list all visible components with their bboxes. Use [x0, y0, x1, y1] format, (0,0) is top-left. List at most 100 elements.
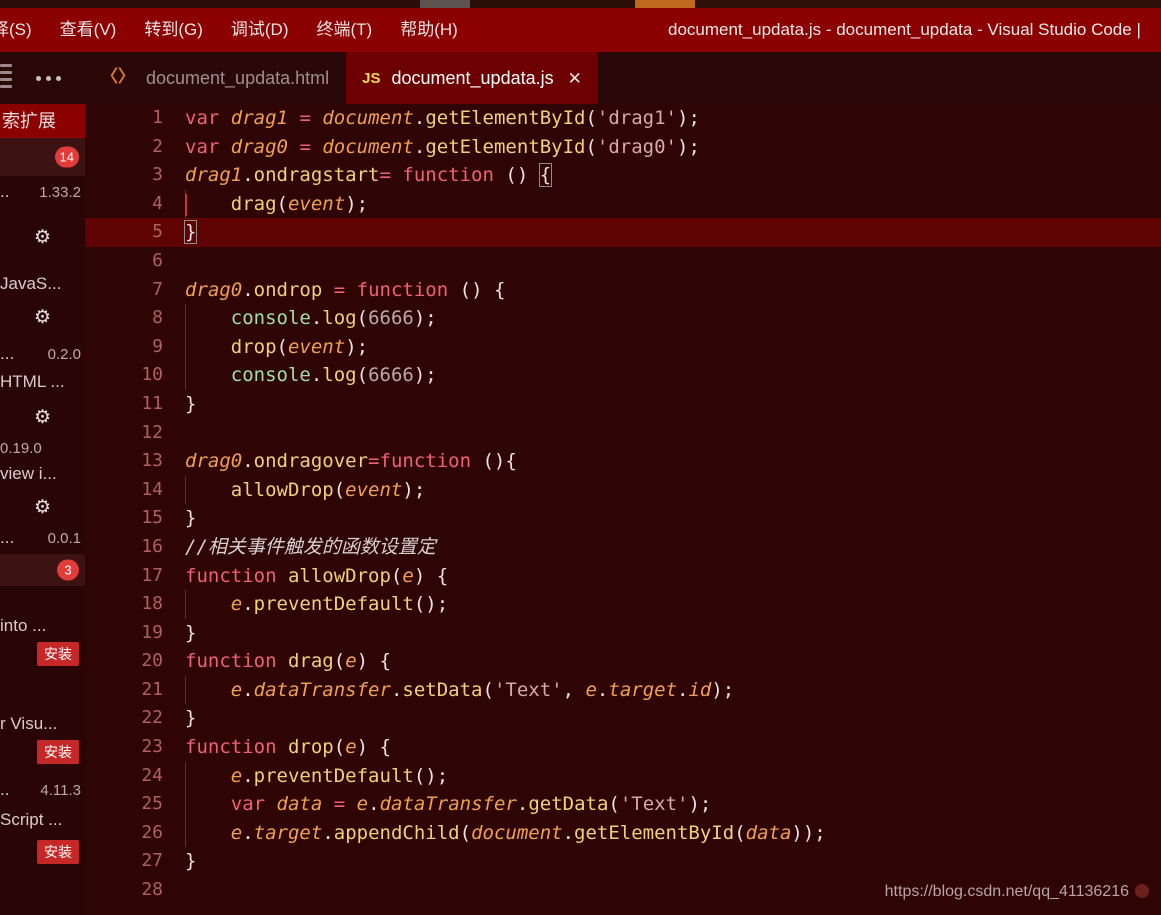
line-number: 6	[152, 249, 163, 271]
code-line[interactable]: 24 e.preventDefault();	[85, 761, 1161, 791]
code-line[interactable]: 4 drag(event);	[85, 189, 1161, 219]
line-number: 9	[152, 335, 163, 357]
code-line[interactable]: 12	[85, 419, 1161, 448]
list-item[interactable]: Script ...	[0, 808, 85, 840]
line-number: 12	[141, 421, 163, 443]
menu-item-goto[interactable]: 转到(G)	[130, 8, 217, 52]
code-line[interactable]: 18 e.preventDefault();	[85, 590, 1161, 619]
line-number: 13	[141, 450, 163, 472]
code-line[interactable]: 16 //相关事件触发的函数设置定	[85, 533, 1161, 562]
extension-description: r Visu...	[0, 714, 58, 733]
code-line[interactable]: 26 e.target.appendChild(document.getElem…	[85, 818, 1161, 848]
code-line[interactable]: 2 var drag0 = document.getElementById('dr…	[85, 133, 1161, 162]
code-line[interactable]: 14 allowDrop(event);	[85, 475, 1161, 505]
install-button[interactable]: 安装	[37, 642, 79, 666]
list-item[interactable]: 14	[0, 138, 85, 176]
code-line[interactable]: 17 function allowDrop(e) {	[85, 562, 1161, 591]
code-line[interactable]: 10 console.log(6666);	[85, 361, 1161, 390]
menu-item-terminal[interactable]: 终端(T)	[303, 8, 387, 52]
list-item[interactable]: JavaS...	[0, 260, 85, 306]
list-item[interactable]: 0.19.0	[0, 436, 85, 464]
code-line[interactable]: 25 var data = e.dataTransfer.getData('Te…	[85, 790, 1161, 819]
list-item[interactable]: 3	[0, 554, 85, 586]
code-line[interactable]: 7 drag0.ondrop = function () {	[85, 276, 1161, 305]
menu-item-select[interactable]: 择(S)	[0, 8, 46, 52]
code-line[interactable]: 11}	[85, 390, 1161, 419]
extension-name: ..	[0, 182, 10, 201]
install-button[interactable]: 安装	[37, 840, 79, 864]
list-item[interactable]: ⚙	[0, 402, 85, 436]
code-line[interactable]: 8 console.log(6666);	[85, 304, 1161, 333]
gear-icon[interactable]: ⚙	[0, 402, 85, 429]
code-text: }	[183, 220, 198, 245]
code-text: e.dataTransfer.setData('Text', e.target.…	[230, 678, 735, 701]
code-text: }	[185, 707, 197, 730]
code-text: console.log(6666);	[230, 307, 437, 330]
code-line[interactable]: 20 function drag(e) {	[85, 647, 1161, 676]
line-number: 8	[152, 307, 163, 329]
menu-item-help[interactable]: 帮助(H)	[386, 8, 472, 52]
extension-description: HTML ...	[0, 372, 65, 391]
tab-document-updata-html[interactable]: 〈〉 document_updata.html	[85, 52, 347, 104]
title-bar: 择(S) 查看(V) 转到(G) 调试(D) 终端(T) 帮助(H) docum…	[0, 8, 1161, 52]
code-text: function drag(e) {	[185, 650, 391, 673]
line-number: 11	[141, 392, 163, 414]
code-line[interactable]: 1 var drag1 = document.getElementById('dr…	[85, 104, 1161, 133]
code-line[interactable]: 6	[85, 247, 1161, 276]
tab-label: document_updata.js	[391, 68, 554, 88]
code-line[interactable]: 27}	[85, 847, 1161, 876]
list-item[interactable]: 安装	[0, 740, 85, 776]
install-button[interactable]: 安装	[37, 740, 79, 764]
list-item[interactable]: .. 1.33.2	[0, 176, 85, 210]
code-line[interactable]: 15}	[85, 504, 1161, 533]
code-text: drag1.ondragstart= function () {	[185, 163, 553, 188]
close-icon[interactable]: ✕	[568, 70, 582, 87]
line-number: 7	[152, 278, 163, 300]
search-extensions-input[interactable]: 索扩展	[0, 104, 85, 138]
sidebar-toolbar	[0, 52, 85, 104]
code-text: e.preventDefault();	[230, 764, 449, 787]
code-line[interactable]: 3 drag1.ondragstart= function () {	[85, 161, 1161, 190]
hamburger-icon[interactable]	[0, 64, 12, 92]
strip-segment-dark-left	[0, 0, 420, 8]
tab-document-updata-js[interactable]: JS document_updata.js ✕	[346, 52, 598, 104]
list-item[interactable]: ⚙	[0, 492, 85, 526]
list-item[interactable]: into ...	[0, 586, 85, 642]
code-line[interactable]: 5}	[85, 218, 1161, 247]
list-item[interactable]: 安装	[0, 642, 85, 680]
list-item[interactable]: ⚙	[0, 306, 85, 336]
list-item[interactable]: ... 0.2.0	[0, 336, 85, 372]
window-top-strip	[0, 0, 1161, 8]
code-line[interactable]: 21 e.dataTransfer.setData('Text', e.targ…	[85, 675, 1161, 705]
code-line[interactable]: 13 drag0.ondragover=function (){	[85, 447, 1161, 476]
line-number: 10	[141, 364, 163, 386]
extension-name: ..	[0, 780, 10, 799]
line-number: 3	[152, 164, 163, 186]
html-file-icon: 〈〉	[101, 68, 135, 88]
code-editor[interactable]: 1 var drag1 = document.getElementById('dr…	[85, 104, 1161, 915]
extension-name: ...	[0, 344, 15, 363]
menu-item-debug[interactable]: 调试(D)	[217, 8, 303, 52]
list-item[interactable]: ... 0.0.1	[0, 526, 85, 554]
list-item[interactable]: HTML ...	[0, 372, 85, 402]
gear-icon[interactable]: ⚙	[0, 492, 85, 519]
extension-version: 1.33.2	[39, 184, 81, 201]
list-item[interactable]: view i...	[0, 464, 85, 492]
line-number: 23	[141, 736, 163, 758]
code-line[interactable]: 19}	[85, 619, 1161, 648]
list-item[interactable]: 安装	[0, 840, 85, 876]
code-line[interactable]: 23 function drop(e) {	[85, 733, 1161, 762]
gear-icon[interactable]: ⚙	[0, 210, 85, 249]
window-title: document_updata.js - document_updata - V…	[668, 20, 1141, 39]
code-line[interactable]: 9 drop(event);	[85, 332, 1161, 362]
ellipsis-icon[interactable]	[36, 76, 61, 81]
list-item[interactable]: ⚙	[0, 210, 85, 260]
code-line[interactable]: 22}	[85, 704, 1161, 733]
list-item[interactable]: r Visu...	[0, 680, 85, 740]
menu-item-view[interactable]: 查看(V)	[46, 8, 131, 52]
extension-name: ...	[0, 528, 15, 547]
list-item[interactable]: .. 4.11.3	[0, 776, 85, 808]
code-text: function allowDrop(e) {	[185, 564, 449, 587]
gear-icon[interactable]: ⚙	[0, 306, 85, 329]
extension-version: 0.0.1	[47, 530, 81, 547]
